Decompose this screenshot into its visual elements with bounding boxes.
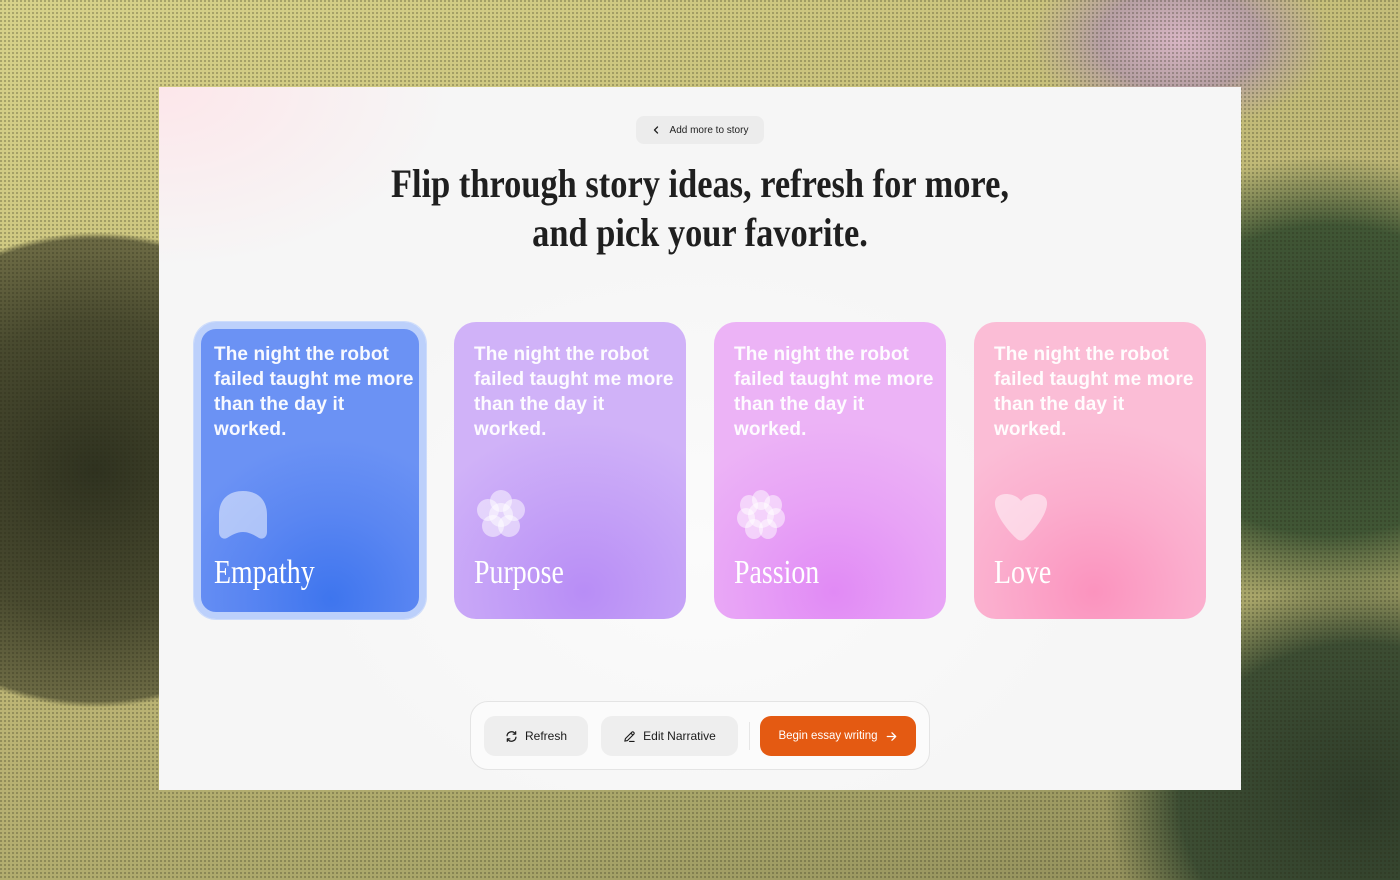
refresh-icon [506,730,517,742]
story-card-quote: The night the robot failed taught me mor… [214,344,414,440]
page-title: Flip through story ideas, refresh for mo… [235,159,1166,257]
story-card-passion[interactable]: The night the robot failed taught me mor… [714,322,946,619]
story-card-label: Purpose [474,554,564,591]
edit-narrative-label: Edit Narrative [643,729,716,743]
begin-essay-writing-label: Begin essay writing [778,730,878,742]
edit-narrative-button[interactable]: Edit Narrative [601,716,738,756]
flower-shape-icon [477,490,525,537]
arch-shape-icon [219,491,267,539]
story-card-label: Empathy [214,554,315,591]
arrow-right-icon [886,731,896,741]
pencil-icon [624,730,635,742]
begin-essay-writing-button[interactable]: Begin essay writing [760,716,916,756]
story-card-empathy[interactable]: The night the robot failed taught me mor… [194,322,426,619]
story-ideas-panel: Add more to story Flip through story ide… [159,87,1241,790]
story-card-quote: The night the robot failed taught me mor… [474,344,674,440]
add-more-to-story-button[interactable]: Add more to story [636,116,764,144]
add-more-to-story-label: Add more to story [669,124,749,136]
story-card-purpose[interactable]: The night the robot failed taught me mor… [454,322,686,619]
action-bar: Refresh Edit Narrative Begin essay writi… [470,701,930,770]
action-divider [749,722,750,750]
page-title-line-1: Flip through story ideas, refresh for mo… [391,161,1009,206]
story-card-label: Passion [734,554,820,591]
story-card-label: Love [994,554,1052,591]
story-card-quote: The night the robot failed taught me mor… [994,344,1194,440]
refresh-label: Refresh [524,729,568,743]
chevron-left-icon [653,126,658,134]
page-title-line-2: and pick your favorite. [532,210,868,255]
story-card-love[interactable]: The night the robot failed taught me mor… [974,322,1206,619]
story-card-quote: The night the robot failed taught me mor… [734,344,934,440]
flower-shape-icon [737,490,785,539]
heart-shape-icon [994,494,1048,541]
refresh-button[interactable]: Refresh [484,716,588,756]
